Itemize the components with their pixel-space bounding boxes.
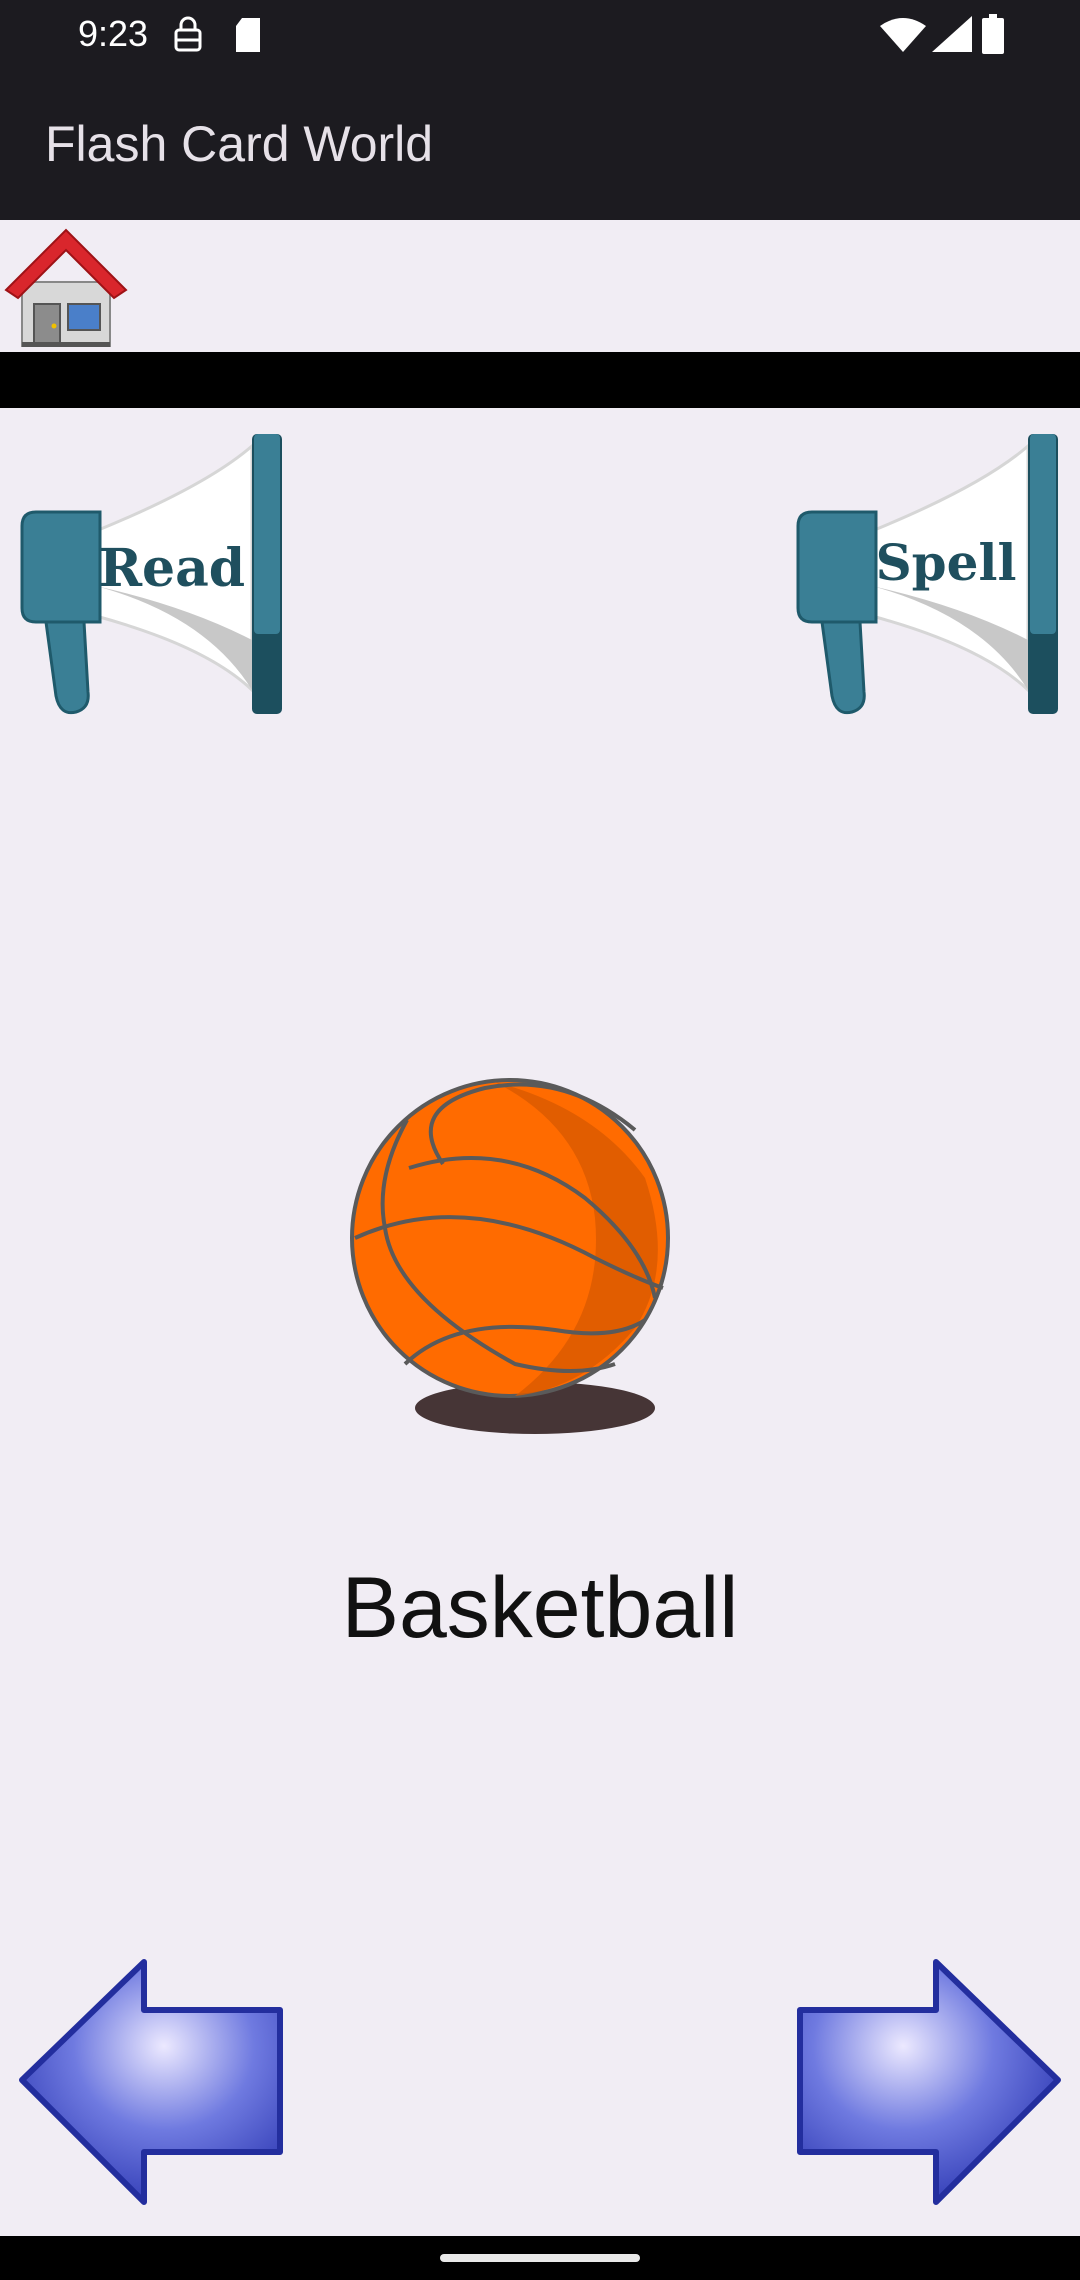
sim-lock-icon [172, 16, 204, 59]
flash-card-area: Read Spell Basketball [0, 408, 1080, 2236]
signal-icon [932, 16, 972, 57]
app-title: Flash Card World [45, 116, 434, 172]
card-image [345, 1068, 675, 1444]
app-bar: Flash Card World [0, 70, 1080, 220]
megaphone-icon: Read [20, 434, 282, 715]
spell-label: Spell [876, 533, 1017, 592]
read-label: Read [99, 538, 245, 599]
read-button[interactable]: Read [16, 426, 286, 720]
card-word: Basketball [341, 1560, 739, 1656]
home-toolbar [0, 220, 1080, 352]
house-icon [4, 228, 128, 347]
spell-button[interactable]: Spell [792, 426, 1062, 720]
wifi-icon [880, 18, 926, 57]
home-gesture-handle[interactable] [440, 2254, 640, 2262]
system-nav-bar [0, 2236, 1080, 2280]
arrow-right-icon [797, 1959, 1061, 2205]
previous-card-button[interactable] [18, 1958, 288, 2208]
arrow-left-icon [19, 1959, 283, 2205]
battery-icon [982, 14, 1004, 59]
home-button[interactable] [2, 224, 130, 350]
basketball-icon [350, 1078, 670, 1434]
status-bar: 9:23 [0, 0, 1080, 70]
divider-band [0, 352, 1080, 408]
sd-card-icon [232, 16, 264, 59]
next-card-button[interactable] [792, 1958, 1062, 2208]
status-time: 9:23 [78, 13, 149, 54]
megaphone-icon: Spell [796, 434, 1058, 715]
